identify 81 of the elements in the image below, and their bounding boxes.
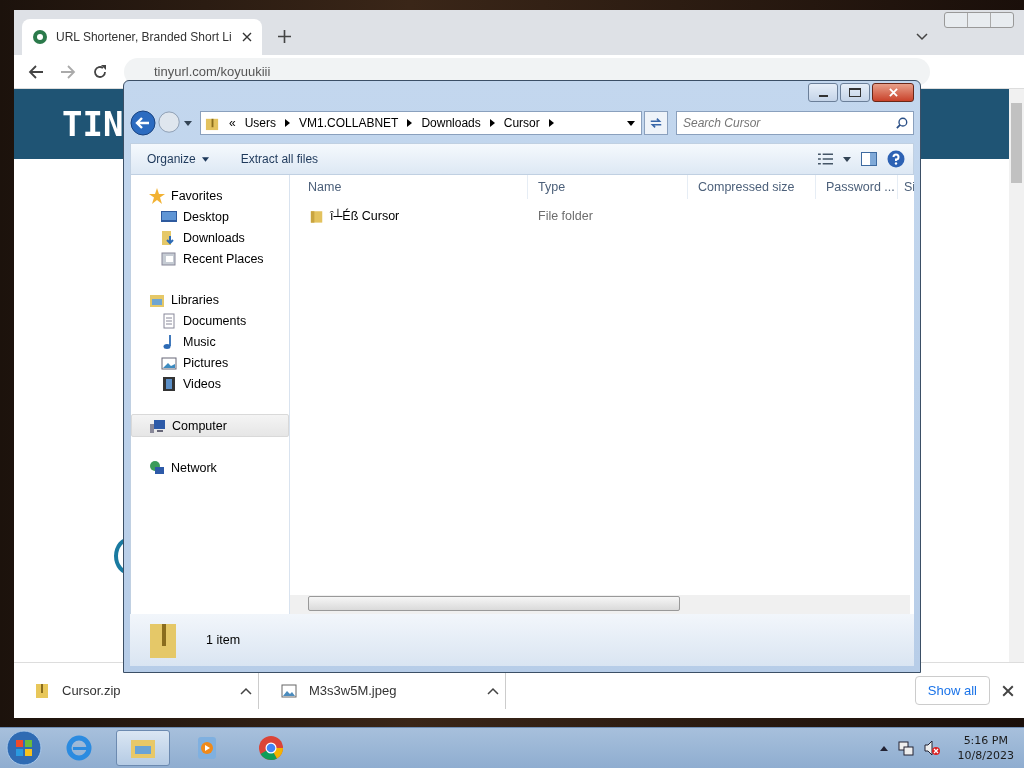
- dropdown-arrow-icon[interactable]: [843, 156, 851, 162]
- nav-item[interactable]: Favorites: [131, 185, 289, 206]
- refresh-button[interactable]: [644, 111, 668, 135]
- arrow-right-icon[interactable]: [285, 119, 291, 127]
- breadcrumb-item[interactable]: Downloads: [421, 116, 481, 130]
- recent-icon: [161, 250, 177, 267]
- column-header[interactable]: Type: [528, 175, 688, 199]
- overflow-chevron[interactable]: «: [229, 116, 236, 130]
- site-logo: TIN: [62, 104, 124, 144]
- help-icon[interactable]: [887, 150, 905, 168]
- column-header[interactable]: Si: [898, 175, 914, 199]
- arrow-right-icon[interactable]: [548, 119, 554, 127]
- nav-item[interactable]: Libraries: [131, 289, 289, 310]
- minimize-button[interactable]: [808, 83, 838, 102]
- address-bar[interactable]: « Users VM1.COLLABNET Downloads Cursor: [200, 111, 642, 135]
- file-type: File folder: [538, 209, 593, 223]
- nav-item[interactable]: Videos: [131, 373, 289, 394]
- muted-speaker-icon[interactable]: [923, 740, 940, 756]
- image-file-icon: [281, 682, 297, 699]
- refresh-icon: [649, 116, 663, 130]
- nav-item[interactable]: Recent Places: [131, 248, 289, 269]
- preview-pane-icon[interactable]: [861, 152, 877, 166]
- view-list-icon[interactable]: [818, 153, 833, 165]
- nav-item[interactable]: Computer: [131, 414, 289, 437]
- nav-item[interactable]: Documents: [131, 310, 289, 331]
- chevron-down-icon[interactable]: [916, 33, 928, 41]
- network-icon: [149, 459, 165, 476]
- computer-icon: [150, 417, 166, 434]
- chrome-icon: [257, 734, 285, 762]
- maximize-button[interactable]: [840, 83, 870, 102]
- videos-icon: [161, 375, 177, 392]
- chevron-up-icon[interactable]: [240, 686, 252, 695]
- horizontal-scrollbar[interactable]: [290, 595, 910, 614]
- downloads-icon: [161, 229, 177, 246]
- file-name[interactable]: î┴Éß Cursor: [330, 209, 400, 223]
- breadcrumb-item[interactable]: Cursor: [503, 116, 540, 130]
- show-all-button[interactable]: Show all: [914, 676, 990, 705]
- chevron-up-icon[interactable]: [487, 686, 499, 695]
- new-tab-icon[interactable]: [278, 30, 291, 43]
- column-header[interactable]: Password ...: [816, 175, 898, 199]
- reload-icon[interactable]: [92, 63, 108, 80]
- back-button[interactable]: [130, 110, 156, 136]
- item-count: 1 item: [206, 633, 241, 647]
- caret-up-icon[interactable]: [879, 745, 888, 751]
- dropdown-arrow-icon[interactable]: [627, 120, 635, 126]
- column-header[interactable]: Name: [290, 175, 528, 199]
- network-icon[interactable]: [897, 740, 914, 756]
- clock[interactable]: 5:16 PM 10/8/2023: [957, 733, 1014, 763]
- link-icon: [32, 29, 48, 45]
- ie-icon: [65, 734, 93, 762]
- folder-icon: [310, 208, 324, 224]
- scrollbar[interactable]: [1009, 89, 1024, 662]
- start-button[interactable]: [6, 730, 42, 766]
- nav-item[interactable]: Desktop: [131, 206, 289, 227]
- arrow-right-icon[interactable]: [489, 119, 495, 127]
- arrow-right-icon[interactable]: [407, 119, 413, 127]
- search-icon: [896, 117, 908, 129]
- zip-file-icon: [34, 682, 50, 699]
- documents-icon: [161, 312, 177, 329]
- browser-tab[interactable]: URL Shortener, Branded Short Li: [22, 19, 262, 55]
- star-icon: [149, 187, 165, 204]
- close-button[interactable]: [872, 83, 914, 102]
- organize-menu[interactable]: Organize: [139, 148, 217, 170]
- dropdown-arrow-icon[interactable]: [184, 120, 192, 126]
- nav-item[interactable]: Network: [131, 457, 289, 478]
- pictures-icon: [161, 354, 177, 371]
- nav-item[interactable]: Downloads: [131, 227, 289, 248]
- nav-item[interactable]: Pictures: [131, 352, 289, 373]
- extract-button[interactable]: Extract all files: [232, 148, 327, 170]
- caret-icon: [201, 156, 209, 162]
- breadcrumb-item[interactable]: VM1.COLLABNET: [299, 116, 399, 130]
- close-icon: [888, 88, 898, 97]
- close-icon[interactable]: [242, 32, 252, 42]
- desktop-icon: [161, 208, 177, 225]
- breadcrumb-item[interactable]: Users: [244, 116, 277, 130]
- search-field[interactable]: Search Cursor: [676, 111, 914, 135]
- nav-item[interactable]: Music: [131, 331, 289, 352]
- close-icon[interactable]: [1002, 684, 1014, 697]
- back-arrow-icon[interactable]: [28, 63, 44, 80]
- taskbar-button[interactable]: [116, 730, 170, 766]
- column-header[interactable]: Compressed size: [688, 175, 816, 199]
